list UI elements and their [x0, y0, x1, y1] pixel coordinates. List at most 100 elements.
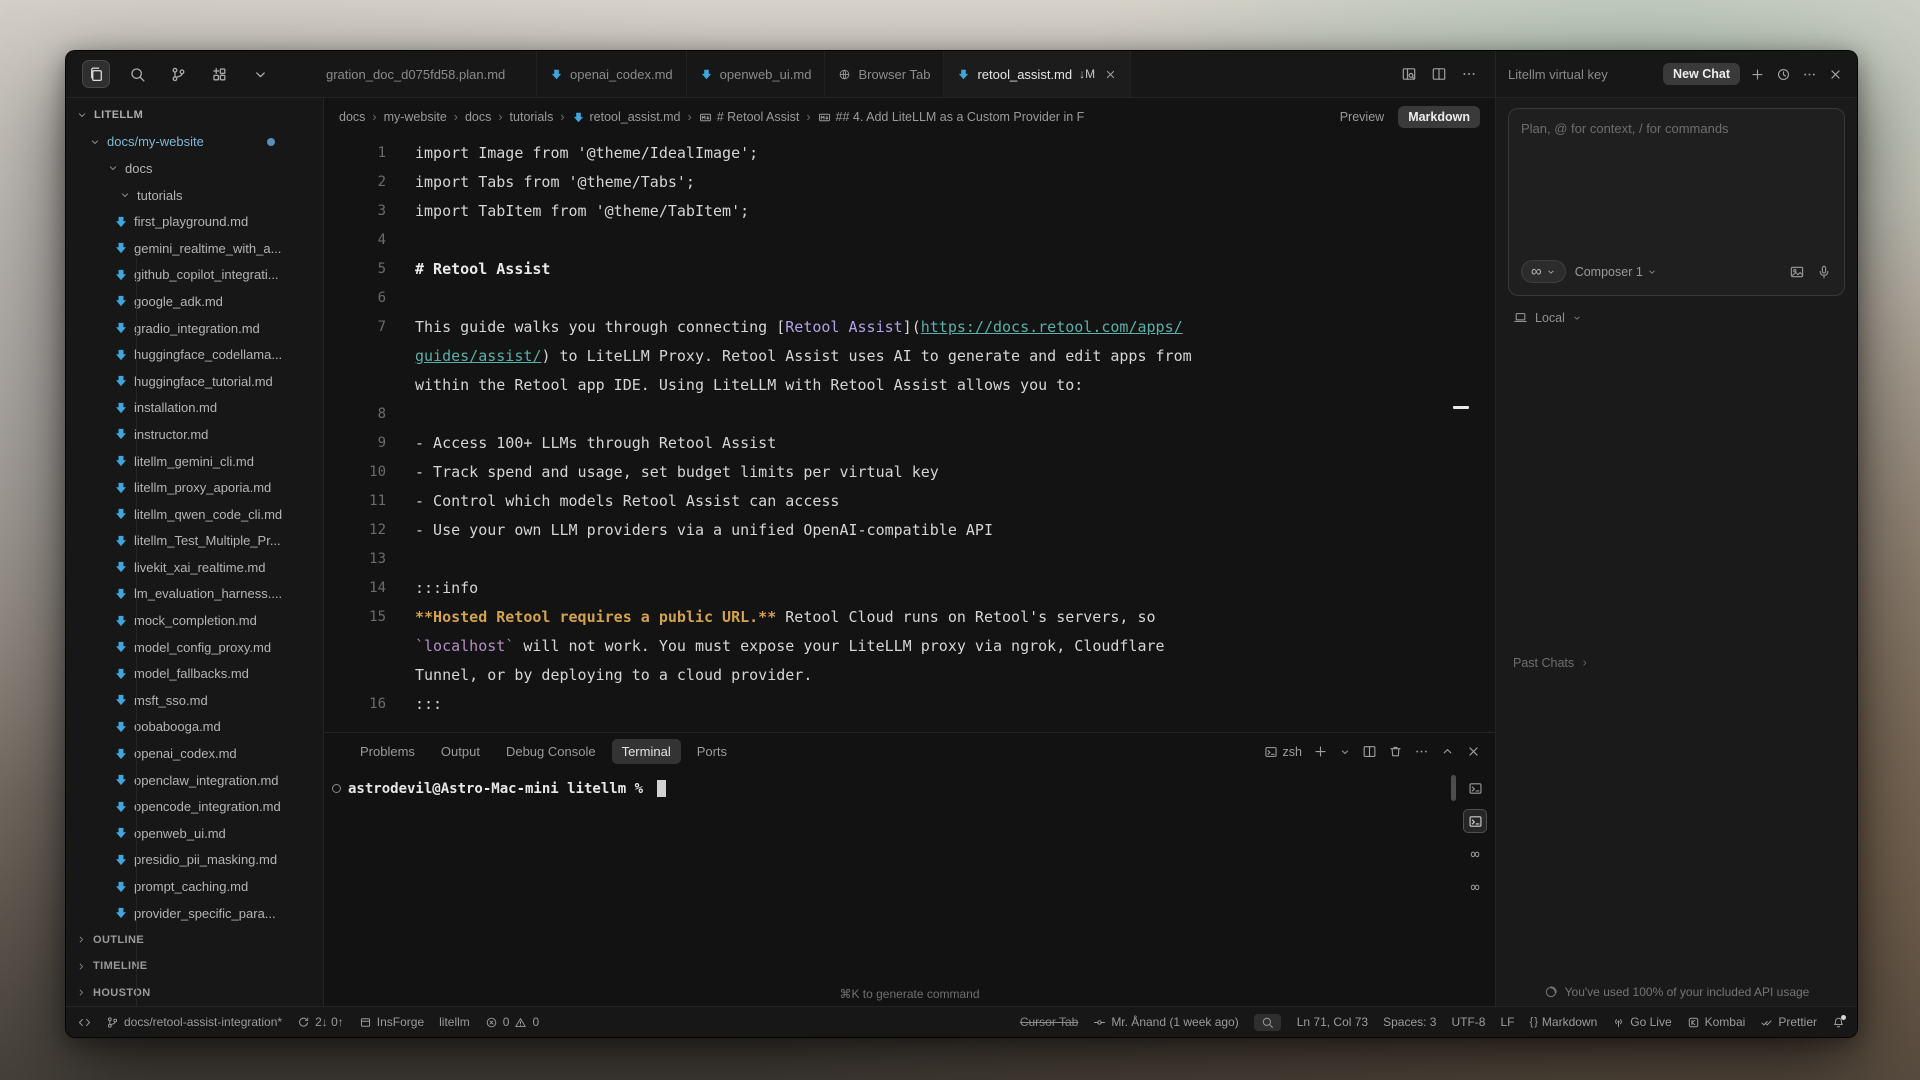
- tree-file[interactable]: model_fallbacks.md: [66, 660, 323, 687]
- status-git-blame[interactable]: Mr. Ånand (1 week ago): [1093, 1015, 1238, 1029]
- preview-mode-button[interactable]: Preview: [1340, 110, 1384, 124]
- tree-file[interactable]: litellm_Test_Multiple_Pr...: [66, 528, 323, 555]
- microphone-icon[interactable]: [1816, 264, 1832, 280]
- tree-file[interactable]: github_copilot_integrati...: [66, 262, 323, 289]
- agent-terminal-2[interactable]: ∞: [1463, 875, 1487, 899]
- activity-explorer-button[interactable]: [82, 60, 110, 88]
- tree-file[interactable]: first_playground.md: [66, 208, 323, 235]
- tree-file[interactable]: litellm_proxy_aporia.md: [66, 474, 323, 501]
- tree-folder[interactable]: docs: [66, 155, 323, 182]
- project-section-header[interactable]: LITELLM: [66, 102, 323, 129]
- tree-file[interactable]: gemini_realtime_with_a...: [66, 235, 323, 262]
- editor-tab[interactable]: Browser Tab: [825, 51, 944, 97]
- tree-file[interactable]: huggingface_codellama...: [66, 341, 323, 368]
- status-language-mode[interactable]: { }Markdown: [1530, 1015, 1598, 1029]
- status-search-toggle[interactable]: [1254, 1014, 1281, 1031]
- status-cursor-position[interactable]: Ln 71, Col 73: [1297, 1015, 1368, 1029]
- sidebar-section-timeline[interactable]: TIMELINE: [66, 953, 323, 980]
- panel-tab-problems[interactable]: Problems: [350, 739, 425, 764]
- panel-tab-debug-console[interactable]: Debug Console: [496, 739, 606, 764]
- terminal-more-icon[interactable]: [1414, 744, 1429, 759]
- split-terminal-icon[interactable]: [1362, 744, 1377, 759]
- editor-tab[interactable]: openai_codex.md: [537, 51, 687, 97]
- breadcrumb-item[interactable]: docs: [339, 110, 365, 124]
- tree-file[interactable]: prompt_caching.md: [66, 873, 323, 900]
- editor-tab[interactable]: retool_assist.md↓M: [944, 51, 1131, 97]
- panel-tab-output[interactable]: Output: [431, 739, 490, 764]
- activity-search-button[interactable]: [123, 60, 151, 88]
- tree-file[interactable]: opencode_integration.md: [66, 793, 323, 820]
- status-prettier[interactable]: Prettier: [1760, 1015, 1817, 1029]
- breadcrumb-item[interactable]: ## 4. Add LiteLLM as a Custom Provider i…: [818, 110, 1085, 124]
- sidebar-section-outline[interactable]: OUTLINE: [66, 926, 323, 953]
- agent-mode-selector[interactable]: ∞: [1521, 260, 1566, 283]
- past-chats-section[interactable]: Past Chats: [1513, 656, 1590, 670]
- status-litellm[interactable]: litellm: [439, 1015, 470, 1029]
- shell-indicator[interactable]: zsh: [1264, 745, 1302, 759]
- status-go-live[interactable]: Go Live: [1612, 1015, 1671, 1029]
- terminal-instance-zsh[interactable]: [1463, 776, 1487, 800]
- close-panel-icon[interactable]: [1466, 744, 1481, 759]
- sidebar-section-houston[interactable]: HOUSTON: [66, 980, 323, 1006]
- chat-close-icon[interactable]: [1828, 67, 1843, 82]
- status-problems[interactable]: 00: [485, 1015, 539, 1029]
- model-selector[interactable]: Composer 1: [1575, 265, 1657, 279]
- agent-terminal-1[interactable]: ∞: [1463, 842, 1487, 866]
- activity-source-control-button[interactable]: [164, 60, 192, 88]
- status-encoding[interactable]: UTF-8: [1451, 1015, 1485, 1029]
- breadcrumb-item[interactable]: # Retool Assist: [699, 110, 800, 124]
- status-remote-indicator[interactable]: [78, 1016, 91, 1029]
- chat-more-icon[interactable]: [1802, 67, 1817, 82]
- tree-file[interactable]: gradio_integration.md: [66, 315, 323, 342]
- breadcrumb-item[interactable]: retool_assist.md: [572, 110, 681, 124]
- editor-tab[interactable]: openweb_ui.md: [687, 51, 826, 97]
- code-editor[interactable]: 1import Image from '@theme/IdealImage';2…: [324, 136, 1495, 732]
- tree-file[interactable]: livekit_xai_realtime.md: [66, 554, 323, 581]
- new-terminal-icon[interactable]: [1313, 744, 1328, 759]
- tree-folder[interactable]: tutorials: [66, 182, 323, 209]
- tree-file[interactable]: mock_completion.md: [66, 607, 323, 634]
- new-chat-tab[interactable]: New Chat: [1663, 63, 1740, 85]
- status-notifications[interactable]: [1832, 1016, 1845, 1029]
- tree-file[interactable]: presidio_pii_masking.md: [66, 847, 323, 874]
- terminal-profile-icon[interactable]: [1339, 746, 1351, 758]
- breadcrumb-item[interactable]: my-website: [384, 110, 447, 124]
- tree-file[interactable]: oobabooga.md: [66, 714, 323, 741]
- tree-file[interactable]: huggingface_tutorial.md: [66, 368, 323, 395]
- tree-file[interactable]: openai_codex.md: [66, 740, 323, 767]
- editor-tab[interactable]: gration_doc_d075fd58.plan.md: [324, 51, 537, 97]
- environment-selector[interactable]: Local: [1496, 302, 1857, 333]
- status-kombai[interactable]: Kombai: [1687, 1015, 1746, 1029]
- activity-more-views-button[interactable]: [246, 60, 274, 88]
- tree-file[interactable]: openclaw_integration.md: [66, 767, 323, 794]
- status-eol[interactable]: LF: [1500, 1015, 1514, 1029]
- more-actions-icon[interactable]: [1461, 66, 1477, 82]
- panel-tab-terminal[interactable]: Terminal: [612, 739, 681, 764]
- tree-folder[interactable]: docs/my-website: [66, 129, 323, 156]
- tree-file[interactable]: model_config_proxy.md: [66, 634, 323, 661]
- terminal-body[interactable]: astrodevil@Astro-Mac-mini litellm % ∞∞ ⌘…: [324, 770, 1495, 1006]
- markdown-mode-button[interactable]: Markdown: [1398, 106, 1480, 128]
- tree-file[interactable]: litellm_gemini_cli.md: [66, 448, 323, 475]
- status-cursor-tab[interactable]: Cursor Tab: [1020, 1015, 1078, 1029]
- split-editor-icon[interactable]: [1431, 66, 1447, 82]
- tree-file[interactable]: provider_specific_para...: [66, 900, 323, 927]
- status-git-sync[interactable]: 2↓ 0↑: [297, 1015, 344, 1029]
- activity-extensions-button[interactable]: [205, 60, 233, 88]
- chat-history-icon[interactable]: [1776, 67, 1791, 82]
- status-git-branch[interactable]: docs/retool-assist-integration*: [106, 1015, 282, 1029]
- tab-close-icon[interactable]: [1104, 68, 1117, 81]
- tree-file[interactable]: msft_sso.md: [66, 687, 323, 714]
- terminal-instance-zsh-active[interactable]: [1463, 809, 1487, 833]
- chat-input-box[interactable]: Plan, @ for context, / for commands ∞ Co…: [1508, 108, 1845, 296]
- status-indentation[interactable]: Spaces: 3: [1383, 1015, 1436, 1029]
- tree-file[interactable]: google_adk.md: [66, 288, 323, 315]
- tree-file[interactable]: lm_evaluation_harness....: [66, 581, 323, 608]
- panel-tab-ports[interactable]: Ports: [687, 739, 737, 764]
- chat-session-title[interactable]: Litellm virtual key: [1508, 67, 1653, 82]
- tree-file[interactable]: instructor.md: [66, 421, 323, 448]
- terminal-scrollbar[interactable]: [1451, 775, 1456, 801]
- status-insforge[interactable]: InsForge: [359, 1015, 424, 1029]
- open-preview-icon[interactable]: [1401, 66, 1417, 82]
- new-chat-plus-icon[interactable]: [1750, 67, 1765, 82]
